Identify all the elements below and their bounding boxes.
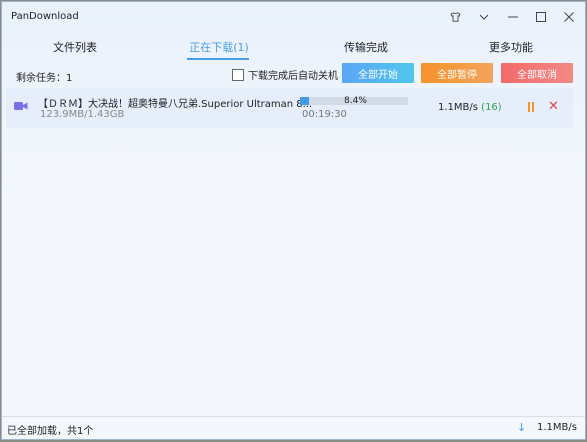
auto-shutdown-option[interactable]: 下载完成后自动关机 (232, 67, 338, 82)
task-progress-fill (300, 97, 310, 105)
download-arrow-icon: ↓ (517, 421, 527, 434)
toolbar: 剩余任务：1 下载完成后自动关机 全部开始 全部暂停 全部取消 (2, 62, 585, 86)
tab-file-list[interactable]: 文件列表 (20, 39, 130, 55)
auto-shutdown-label: 下载完成后自动关机 (248, 71, 338, 82)
title-bar: PanDownload (2, 2, 585, 32)
tab-more-features[interactable]: 更多功能 (456, 39, 566, 55)
tab-bar: 文件列表 正在下载(1) 传输完成 更多功能 (2, 34, 585, 62)
chevron-down-icon[interactable] (469, 2, 499, 32)
app-title: PanDownload (11, 11, 79, 22)
active-tab-indicator (187, 58, 249, 60)
start-all-button[interactable]: 全部开始 (342, 63, 414, 83)
shirt-icon[interactable] (440, 2, 470, 32)
task-elapsed-time: 00:19:30 (302, 109, 347, 120)
pause-icon[interactable] (526, 101, 536, 113)
tab-completed[interactable]: 传输完成 (311, 39, 421, 55)
task-size: 123.9MB/1.43GB (40, 109, 125, 120)
download-task-row[interactable]: 【ＤＲＭ】大决战！超奥特曼八兄弟.Superior Ultraman 8... … (6, 88, 573, 128)
status-text: 已全部加载，共1个 (7, 426, 94, 437)
remaining-tasks: 剩余任务：1 (16, 73, 73, 84)
pause-all-button[interactable]: 全部暂停 (421, 63, 493, 83)
auto-shutdown-checkbox[interactable] (232, 68, 244, 81)
task-progress-percent: 8.4% (344, 96, 367, 106)
app-window: PanDownload 文件列表 正在下载(1) 传输完成 更多功能 剩余任务：… (1, 1, 586, 440)
task-speed: 1.1MB/s (16) (438, 102, 502, 113)
video-file-icon (14, 102, 28, 110)
close-icon[interactable] (554, 2, 584, 32)
task-speed-value: 1.1MB/s (438, 102, 478, 113)
minimize-icon[interactable] (498, 2, 528, 32)
tab-downloading[interactable]: 正在下载(1) (164, 39, 274, 55)
maximize-icon[interactable] (526, 2, 556, 32)
task-filename: 【ＤＲＭ】大决战！超奥特曼八兄弟.Superior Ultraman 8... (38, 99, 313, 110)
status-bar: 已全部加载，共1个 ↓ 1.1MB/s (2, 416, 585, 439)
cancel-task-icon[interactable]: ✕ (548, 99, 559, 114)
cancel-all-button[interactable]: 全部取消 (501, 63, 573, 83)
task-connections: (16) (481, 102, 502, 113)
total-speed: 1.1MB/s (537, 422, 577, 433)
